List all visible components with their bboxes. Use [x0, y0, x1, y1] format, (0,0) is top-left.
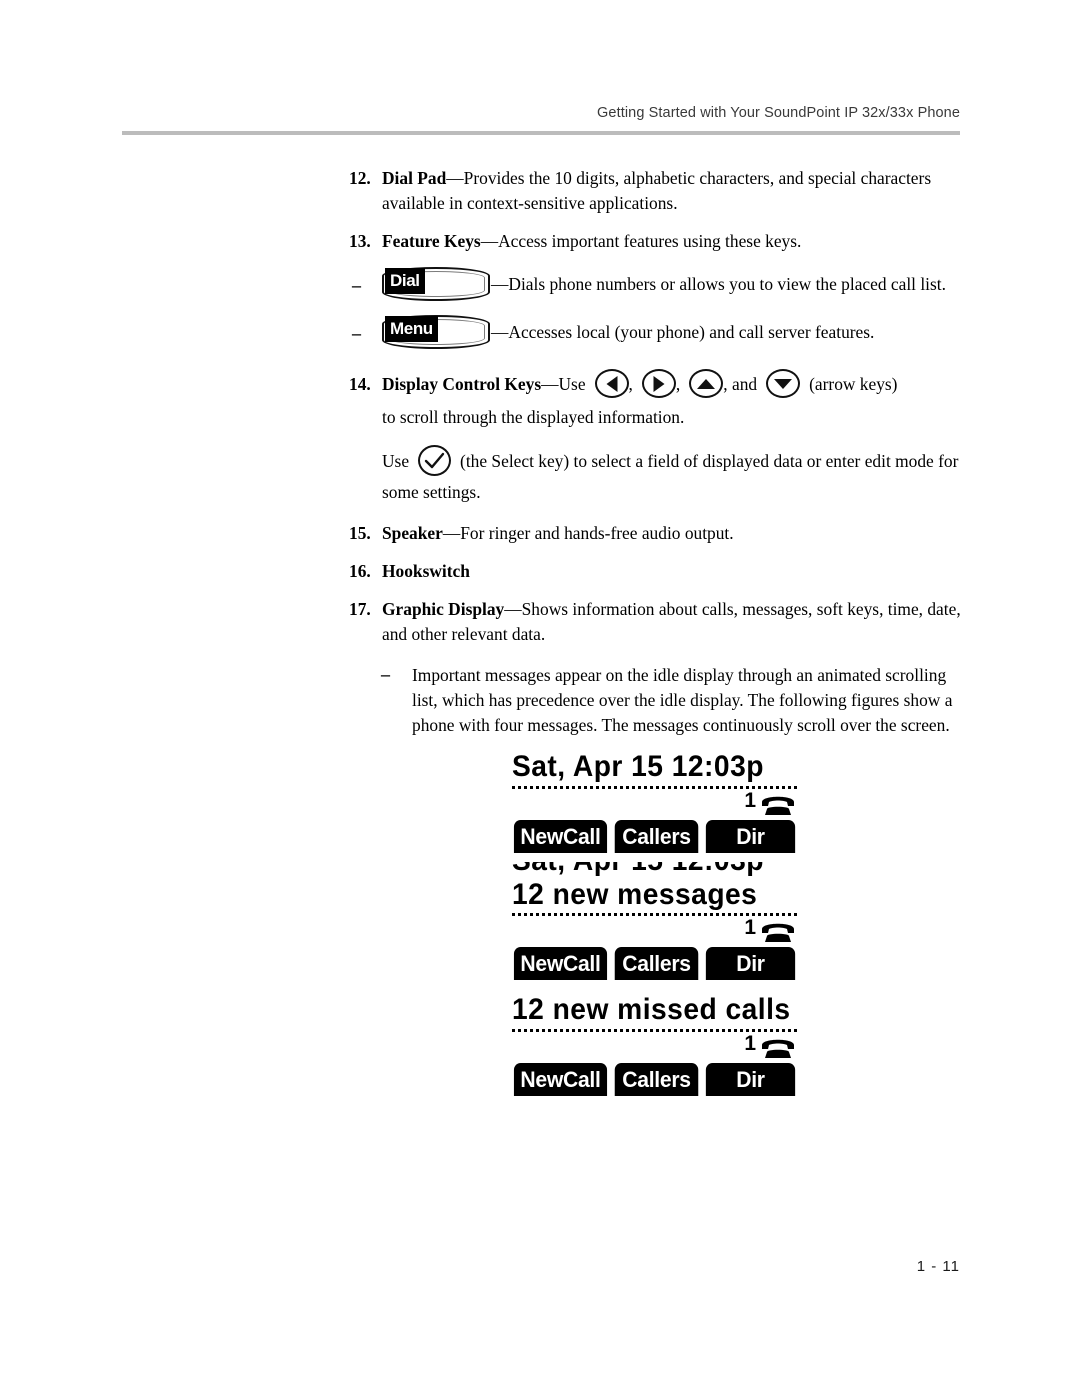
header-title: Getting Started with Your SoundPoint IP …	[597, 105, 960, 121]
left-arrow-icon	[606, 375, 618, 392]
bullet-dash: –	[381, 664, 390, 684]
list-item-12: 12. Dial Pad—Provides the 10 digits, alp…	[349, 166, 961, 216]
key-dash: —	[491, 274, 509, 294]
handset-icon	[759, 791, 797, 822]
handset-icon	[759, 1034, 797, 1065]
item-lead: Feature Keys	[382, 231, 481, 251]
menu-key-graphic[interactable]: Menu	[382, 315, 490, 349]
lcd-text-area: Sat, Apr 15 12:03p	[512, 750, 797, 785]
right-arrow-key[interactable]	[641, 369, 676, 398]
list-item-16: 16. Hookswitch	[349, 559, 961, 584]
select-key-paragraph: Use (the Select key) to select a field of…	[349, 445, 961, 508]
menu-key-label: Menu	[385, 316, 438, 342]
down-arrow-icon	[774, 378, 793, 389]
and-word: and	[731, 374, 758, 394]
item-number: 16.	[349, 561, 371, 581]
sub-bullet-item: – Important messages appear on the idle …	[379, 663, 959, 738]
line-count: 1	[744, 916, 756, 939]
lcd-screen-1: Sat, Apr 15 12:03p 1 NewCall Callers Dir	[512, 750, 797, 853]
softkey-newcall[interactable]: NewCall	[513, 947, 608, 980]
softkey-newcall[interactable]: NewCall	[513, 1063, 608, 1096]
comma-2: ,	[675, 374, 681, 394]
lcd-line-1: Sat, Apr 15 12:03p	[512, 750, 764, 783]
item-number: 12.	[349, 168, 371, 188]
lcd-figure-group: Sat, Apr 15 12:03p 1 NewCall Callers Dir…	[512, 750, 797, 1105]
softkey-dir[interactable]: Dir	[705, 1063, 796, 1096]
key-dash: —	[491, 322, 509, 342]
softkey-dir[interactable]: Dir	[705, 947, 796, 980]
left-arrow-key[interactable]	[594, 369, 629, 398]
softkey-callers[interactable]: Callers	[614, 947, 699, 980]
down-arrow-key[interactable]	[766, 369, 801, 398]
lcd-status-bar: 1	[512, 789, 797, 820]
item-dash: —	[480, 231, 499, 251]
item-number: 15.	[349, 523, 371, 543]
item-dash: —	[446, 168, 464, 188]
item-number: 13.	[349, 231, 371, 251]
handset-icon	[759, 918, 797, 949]
softkey-dir[interactable]: Dir	[705, 820, 796, 853]
feature-key-row-dial: – Dial —Dials phone numbers or allows yo…	[349, 267, 961, 307]
arrow-keys-note: (arrow keys)	[809, 374, 898, 394]
list-item-14: 14. Display Control Keys—Use,,, and (arro…	[349, 369, 961, 433]
list-item-17: 17. Graphic Display—Shows information ab…	[349, 597, 961, 647]
right-arrow-icon	[653, 375, 665, 392]
lcd-status-bar: 1	[512, 916, 797, 947]
lcd-text-area: Sat, Apr 15 12:03p 12 new messages	[512, 862, 797, 912]
use-word: Use	[558, 374, 586, 394]
lcd-line-2: 12 new messages	[512, 878, 758, 911]
lcd-text-area: 12 new missed calls	[512, 993, 797, 1028]
dial-key-graphic[interactable]: Dial	[382, 267, 490, 301]
sub-bullet-text: Important messages appear on the idle di…	[412, 665, 953, 735]
page-header: Getting Started with Your SoundPoint IP …	[122, 104, 960, 122]
lcd-screen-2: Sat, Apr 15 12:03p 12 new messages 1 New…	[512, 862, 797, 980]
bullet-dash: –	[352, 323, 361, 343]
checkmark-icon	[424, 452, 445, 469]
lcd-screen-3: 12 new missed calls 1 NewCall Callers Di…	[512, 993, 797, 1096]
item-lead: Display Control Keys	[382, 374, 542, 394]
use-word: Use	[382, 451, 410, 471]
lcd-line-1: Sat, Apr 15 12:03p	[512, 862, 764, 878]
item-lead: Hookswitch	[382, 561, 470, 581]
item-lead: Dial Pad	[382, 168, 447, 188]
item-dash: —	[442, 523, 461, 543]
select-key-description: (the Select key) to select a field of di…	[382, 451, 959, 502]
softkey-row: NewCall Callers Dir	[512, 1063, 797, 1096]
page-number: 1 - 11	[916, 1258, 960, 1275]
softkey-newcall[interactable]: NewCall	[513, 820, 608, 853]
list-item-13: 13. Feature Keys—Access important featur…	[349, 229, 961, 254]
softkey-row: NewCall Callers Dir	[512, 947, 797, 980]
item-lead: Speaker	[382, 523, 443, 543]
feature-key-row-menu: – Menu —Accesses local (your phone) and …	[349, 315, 961, 355]
list-item-15: 15. Speaker—For ringer and hands-free au…	[349, 521, 961, 546]
document-content: 12. Dial Pad—Provides the 10 digits, alp…	[349, 166, 961, 738]
softkey-callers[interactable]: Callers	[614, 820, 699, 853]
line-count: 1	[744, 1032, 756, 1055]
softkey-callers[interactable]: Callers	[614, 1063, 699, 1096]
up-arrow-key[interactable]	[689, 369, 724, 398]
lcd-line-1: 12 new missed calls	[512, 993, 791, 1026]
item-body: For ringer and hands-free audio output.	[460, 523, 734, 543]
line-count: 1	[744, 789, 756, 812]
up-arrow-icon	[697, 378, 716, 389]
dial-key-description: Dials phone numbers or allows you to vie…	[508, 274, 946, 294]
select-key[interactable]	[418, 445, 452, 476]
item-dash: —	[541, 374, 559, 394]
item-body: Provides the 10 digits, alphabetic chara…	[382, 168, 932, 213]
menu-key-description: Accesses local (your phone) and call ser…	[508, 322, 875, 342]
dial-key-label: Dial	[385, 268, 425, 294]
header-rule	[122, 131, 960, 135]
item-dash: —	[504, 599, 522, 619]
item-number: 14.	[349, 374, 371, 394]
comma-1: ,	[628, 374, 633, 394]
item-lead: Graphic Display	[382, 599, 505, 619]
comma-3: ,	[723, 374, 728, 394]
page-footer: 1 - 11	[122, 1258, 960, 1275]
bullet-dash: –	[352, 275, 361, 295]
item-body: Access important features using these ke…	[498, 231, 802, 251]
item-number: 17.	[349, 599, 371, 619]
lcd-status-bar: 1	[512, 1032, 797, 1063]
item-14-continuation: to scroll through the displayed informat…	[382, 407, 685, 427]
softkey-row: NewCall Callers Dir	[512, 820, 797, 853]
